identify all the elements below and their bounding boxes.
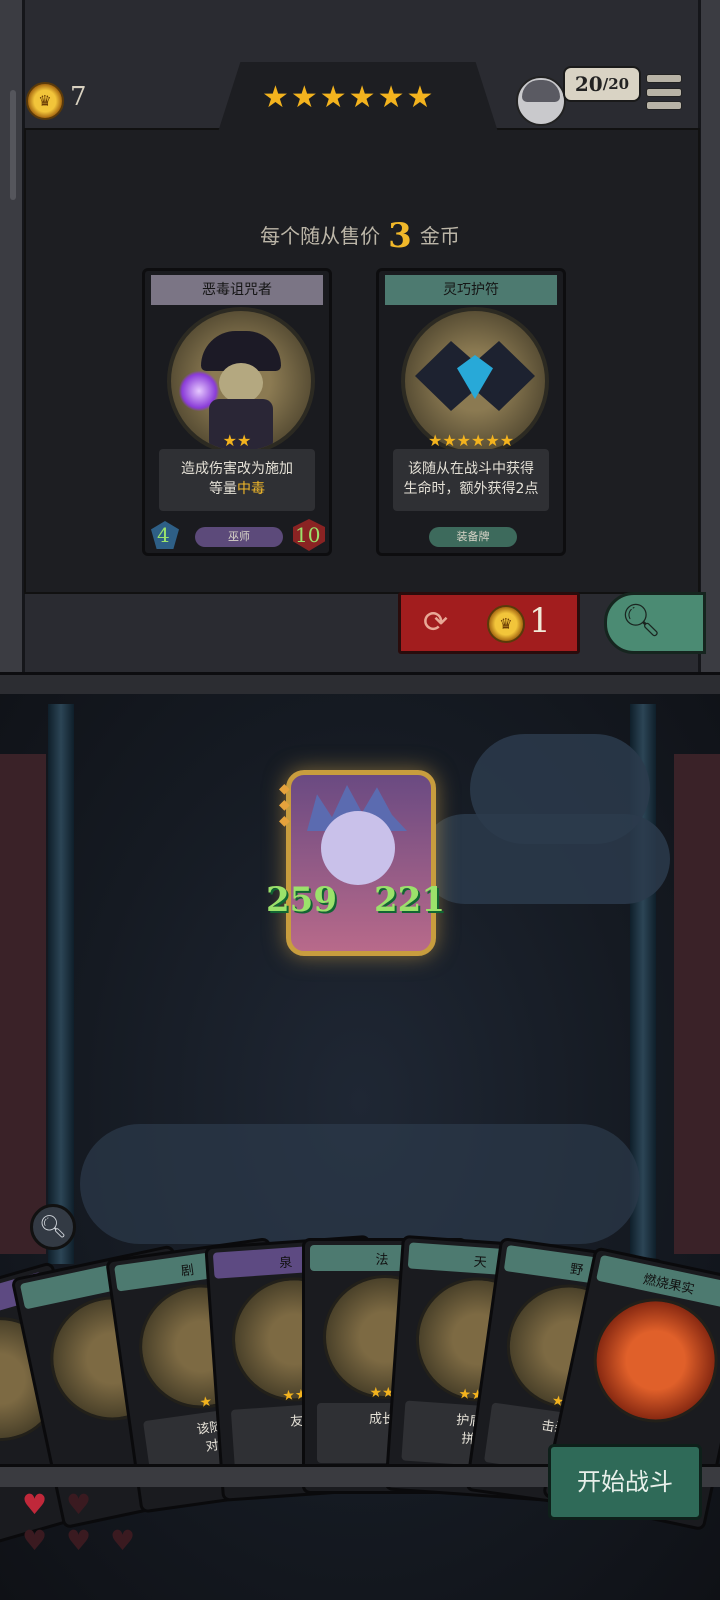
hero-health: 221 bbox=[374, 880, 445, 920]
hero-attack: 259 bbox=[266, 880, 337, 920]
card-attack: 4 bbox=[157, 523, 170, 547]
player-health: 20/20 bbox=[563, 66, 641, 102]
card-desc-line2: 等量 bbox=[209, 481, 237, 497]
card-desc-line1: 该随从在战斗中获得 bbox=[408, 461, 534, 477]
sell-price-text: 每个随从售价 3 金币 bbox=[0, 216, 720, 256]
sell-suffix: 金币 bbox=[419, 224, 460, 248]
sell-prefix: 每个随从售价 bbox=[260, 224, 381, 248]
wall-left bbox=[0, 754, 46, 1254]
search-button[interactable]: 🔍︎ bbox=[604, 592, 706, 654]
health-max: /20 bbox=[602, 75, 630, 93]
heart-icon: ♥ bbox=[66, 1488, 92, 1521]
sell-price: 3 bbox=[388, 216, 412, 256]
card-stars: ★★★★★★ bbox=[427, 431, 515, 450]
card-tribe-tag: 巫师 bbox=[195, 527, 283, 547]
card-art-fruit bbox=[582, 1286, 720, 1434]
hero-rank-pips: ◆ ◆ ◆ bbox=[279, 781, 290, 829]
battle-area: ◆ ◆ ◆ 259 221 🔍︎ 剧 ★ 该随 对 泉 ★★ 友 法 ★★ 成长 天 bbox=[0, 694, 720, 1600]
card-tribe-tag: 装备牌 bbox=[429, 527, 517, 547]
heart-icon: ♥ bbox=[66, 1524, 92, 1557]
menu-button[interactable] bbox=[646, 74, 682, 110]
tavern-tier-stars: ★★★★★★ bbox=[262, 80, 436, 115]
shop-inner-panel bbox=[24, 128, 700, 594]
shop-card-minion[interactable]: 恶毒诅咒者 ★★ 造成伤害改为施加 等量中毒 巫师 4 10 bbox=[142, 268, 332, 556]
card-description: 该随从在战斗中获得 生命时，额外获得2点 bbox=[393, 449, 549, 511]
heart-icon: ♥ bbox=[22, 1524, 48, 1557]
cloud bbox=[80, 1124, 640, 1244]
magnifier-icon: 🔍︎ bbox=[39, 1214, 67, 1240]
card-stars: ★★ bbox=[222, 431, 252, 450]
inspect-button[interactable]: 🔍︎ bbox=[30, 1204, 76, 1250]
card-desc-line1: 造成伤害改为施加 bbox=[181, 461, 293, 477]
card-name: 灵巧护符 bbox=[443, 282, 499, 298]
scrollbar[interactable] bbox=[10, 90, 16, 200]
magnifier-icon: 🔍︎ bbox=[621, 601, 662, 639]
start-battle-button[interactable]: 开始战斗 bbox=[548, 1444, 702, 1520]
hero-face bbox=[321, 811, 395, 885]
heart-icon: ♥ bbox=[110, 1524, 136, 1557]
pillar-left bbox=[48, 704, 74, 1264]
shop-card-equipment[interactable]: 灵巧护符 ★★★★★★ 该随从在战斗中获得 生命时，额外获得2点 装备牌 bbox=[376, 268, 566, 556]
shop-panel: ♛ 7 ★★★★★★ 20/20 每个随从售价 3 金币 恶毒诅咒者 ★★ 造成伤害… bbox=[0, 0, 720, 688]
hero-card[interactable]: ◆ ◆ ◆ bbox=[279, 770, 436, 956]
card-health: 10 bbox=[295, 523, 321, 547]
gold-coin-icon: ♛ bbox=[26, 82, 64, 120]
heart-icon: ♥ bbox=[22, 1488, 48, 1521]
cloud bbox=[420, 814, 670, 904]
card-desc-line2: 生命时，额外获得2点 bbox=[403, 481, 539, 497]
gold-coin-icon: ♛ bbox=[487, 605, 525, 643]
card-desc-keyword: 中毒 bbox=[237, 481, 265, 497]
card-description: 造成伤害改为施加 等量中毒 bbox=[159, 449, 315, 511]
reroll-button[interactable]: ⟳ ♛ 1 bbox=[398, 592, 580, 654]
gold-count: 7 bbox=[70, 82, 87, 112]
reroll-cost: 1 bbox=[529, 601, 551, 641]
wall-right bbox=[674, 754, 720, 1254]
health-current: 20 bbox=[574, 72, 603, 96]
frame-right bbox=[698, 0, 720, 688]
refresh-icon: ⟳ bbox=[423, 605, 449, 640]
player-avatar[interactable] bbox=[516, 76, 566, 126]
card-name: 恶毒诅咒者 bbox=[202, 282, 272, 298]
